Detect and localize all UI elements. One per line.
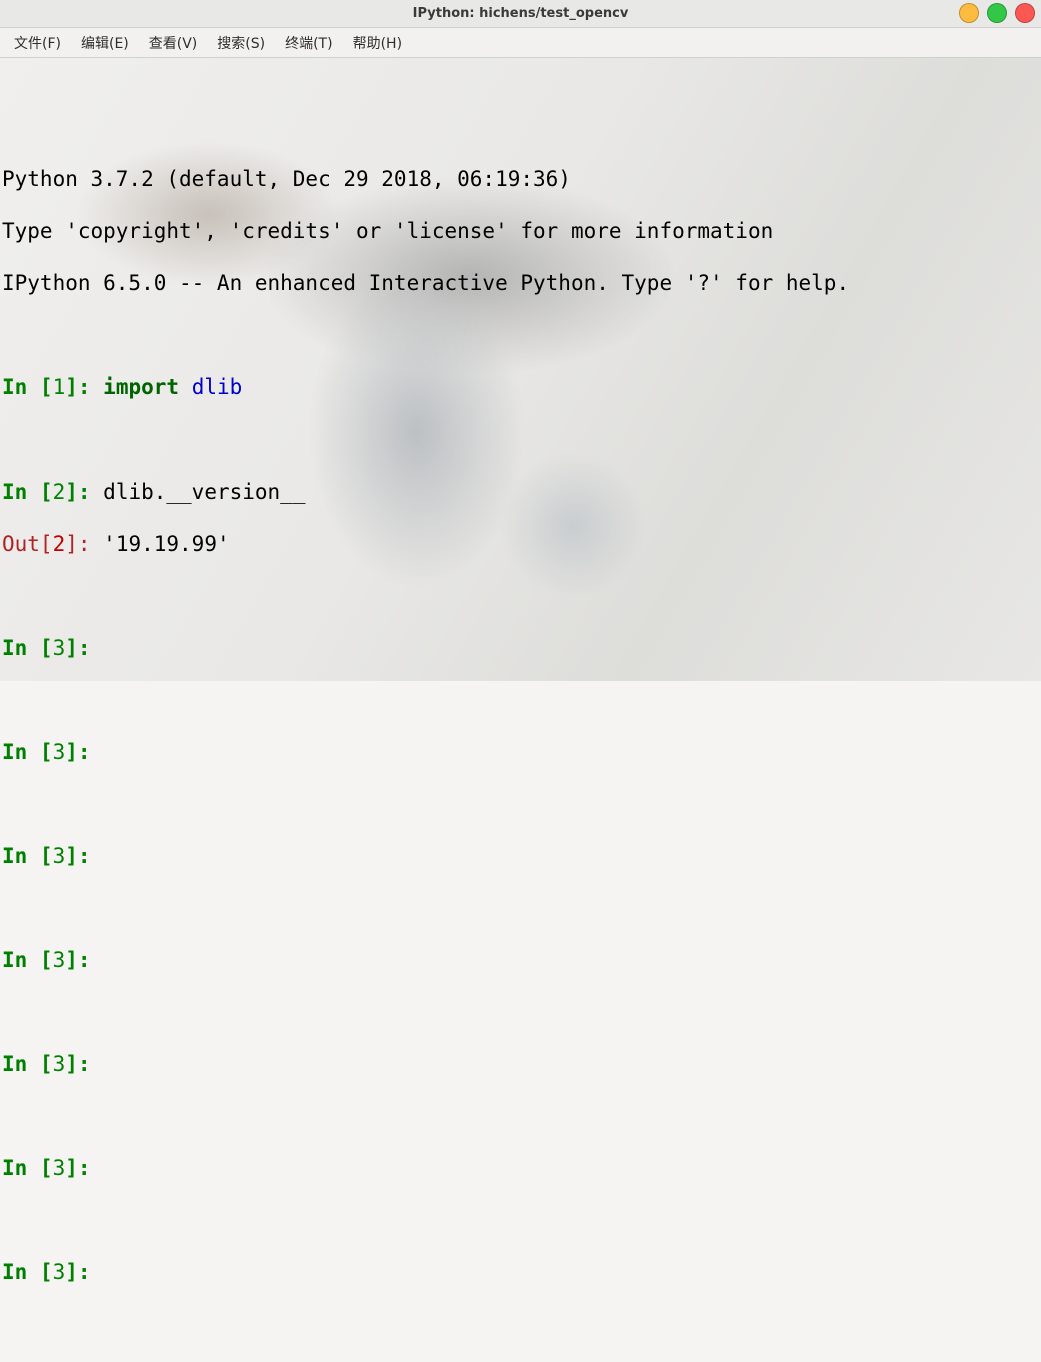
close-button[interactable]	[1015, 3, 1035, 23]
in-prompt-num: 1	[53, 375, 66, 399]
in-cell-empty: In [3]:	[2, 947, 1039, 973]
banner-line: Type 'copyright', 'credits' or 'license'…	[2, 218, 1039, 244]
out-cell-2: Out[2]: '19.19.99'	[2, 531, 1039, 557]
in-cell-empty: In [3]:	[2, 843, 1039, 869]
maximize-button[interactable]	[987, 3, 1007, 23]
in-prompt-post: ]:	[65, 375, 103, 399]
window-title: IPython: hichens/test_opencv	[413, 6, 629, 21]
in-cell-empty: In [3]:	[2, 635, 1039, 661]
titlebar: IPython: hichens/test_opencv	[0, 0, 1041, 28]
menu-help[interactable]: 帮助(H)	[343, 29, 412, 57]
in-prompt-pre: In [	[2, 480, 53, 504]
terminal-area[interactable]: Python 3.7.2 (default, Dec 29 2018, 06:1…	[0, 58, 1041, 681]
in-cell-empty: In [3]:	[2, 1155, 1039, 1181]
out-value: '19.19.99'	[103, 532, 229, 556]
terminal-content: Python 3.7.2 (default, Dec 29 2018, 06:1…	[2, 140, 1039, 1362]
banner-line: Python 3.7.2 (default, Dec 29 2018, 06:1…	[2, 166, 1039, 192]
module-name: dlib	[192, 375, 243, 399]
menubar: 文件(F) 编辑(E) 查看(V) 搜索(S) 终端(T) 帮助(H)	[0, 28, 1041, 58]
in-cell-1: In [1]: import dlib	[2, 374, 1039, 400]
minimize-button[interactable]	[959, 3, 979, 23]
menu-view[interactable]: 查看(V)	[139, 29, 208, 57]
code-text: dlib.__version__	[103, 480, 305, 504]
menu-search[interactable]: 搜索(S)	[207, 29, 275, 57]
in-prompt-post: ]:	[65, 480, 103, 504]
out-prompt-pre: Out[	[2, 532, 53, 556]
keyword-import: import	[103, 375, 179, 399]
in-cell-empty: In [3]:	[2, 1259, 1039, 1285]
menu-edit[interactable]: 编辑(E)	[71, 29, 139, 57]
in-cell-2: In [2]: dlib.__version__	[2, 479, 1039, 505]
out-prompt-post: ]:	[65, 532, 103, 556]
in-cell-empty: In [3]:	[2, 1051, 1039, 1077]
banner-line: IPython 6.5.0 -- An enhanced Interactive…	[2, 270, 1039, 296]
in-prompt-num: 2	[53, 480, 66, 504]
out-prompt-num: 2	[53, 532, 66, 556]
in-prompt-pre: In [	[2, 375, 53, 399]
menu-file[interactable]: 文件(F)	[4, 29, 71, 57]
menu-terminal[interactable]: 终端(T)	[275, 29, 342, 57]
in-cell-empty: In [3]:	[2, 739, 1039, 765]
window-controls	[959, 3, 1035, 23]
